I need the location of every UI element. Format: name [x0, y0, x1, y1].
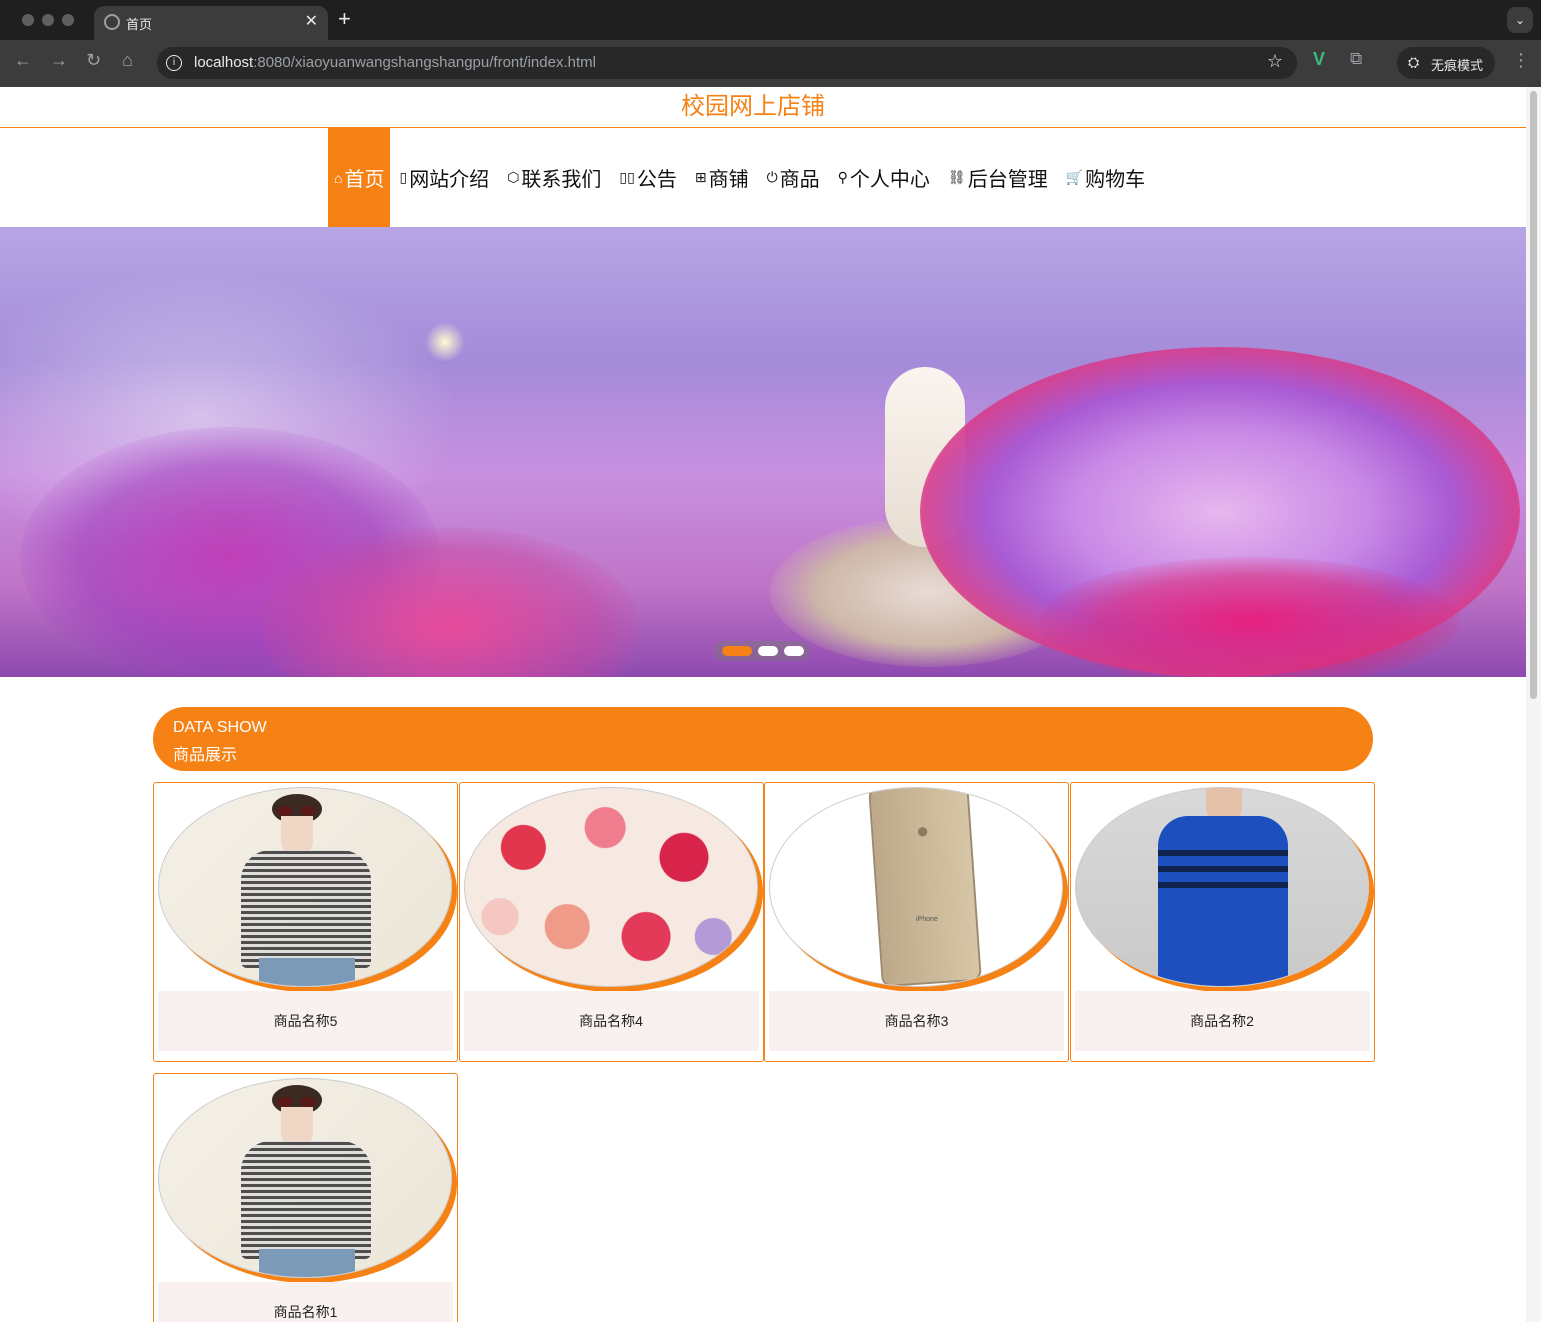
banner-light: [425, 322, 465, 362]
nav-label: 联系我们: [521, 169, 602, 191]
product-name: 商品名称5: [158, 991, 453, 1051]
url-path: :8080/xiaoyuanwangshangshangpu/front/ind…: [253, 54, 596, 71]
nav-item-1[interactable]: ▯ 网站介绍: [390, 128, 498, 227]
home-icon[interactable]: ⌂: [122, 50, 133, 71]
product-image[interactable]: [463, 787, 758, 987]
page-content: 校园网上店铺 ⌂ 首页 ▯ 网站介绍 ⬡ 联系我们 ▯▯ 公告 ⊞ 商铺 ⏻ 商品 ⚲ 个人中心 ⛓ 后台管理…: [0, 87, 1526, 1322]
browser-chrome: 首页 ✕ + ⌄ ← → ↻ ⌂ i localhost:8080/xiaoyu…: [0, 0, 1541, 87]
nav-item-5[interactable]: ⏻ 商品: [758, 128, 829, 227]
browser-menu-icon[interactable]: ⋮: [1512, 50, 1530, 71]
new-tab-button[interactable]: +: [338, 6, 351, 32]
nav-item-0[interactable]: ⌂ 首页: [328, 128, 391, 227]
nav-icon: 🛒: [1065, 169, 1084, 185]
product-card[interactable]: 商品名称1: [153, 1073, 458, 1322]
nav-item-7[interactable]: ⛓ 后台管理: [939, 128, 1057, 227]
product-card[interactable]: ● iPhone 商品名称3: [764, 782, 1069, 1062]
nav-icon: ⌂: [334, 169, 343, 186]
product-name: 商品名称4: [463, 991, 759, 1051]
nav-item-4[interactable]: ⊞ 商铺: [686, 128, 758, 227]
carousel-dot-3[interactable]: [784, 646, 804, 656]
banner-carousel[interactable]: [0, 227, 1526, 677]
nav-icon: ⚲: [837, 169, 848, 185]
reload-icon[interactable]: ↻: [86, 50, 101, 71]
back-icon[interactable]: ←: [14, 50, 32, 71]
bookmark-star-icon[interactable]: ☆: [1267, 51, 1283, 72]
product-image[interactable]: [158, 787, 452, 987]
product-name: 商品名称2: [1074, 991, 1370, 1051]
address-bar[interactable]: i localhost:8080/xiaoyuanwangshangshangp…: [157, 47, 1297, 79]
nav-label: 商品: [779, 169, 820, 191]
product-image[interactable]: ● iPhone: [769, 787, 1063, 987]
nav-icon: ▯: [399, 169, 408, 185]
page-scrollbar[interactable]: [1526, 87, 1541, 1322]
close-tab-icon[interactable]: ✕: [305, 11, 318, 31]
carousel-dot-2[interactable]: [758, 646, 778, 656]
carousel-dot-1[interactable]: [722, 646, 752, 656]
url-host: localhost: [194, 54, 254, 71]
nav-icon: ⊞: [694, 169, 707, 185]
product-name: 商品名称3: [769, 991, 1064, 1051]
url-text: localhost:8080/xiaoyuanwangshangshangpu/…: [194, 54, 596, 71]
nav-item-2[interactable]: ⬡ 联系我们: [498, 128, 610, 227]
product-card[interactable]: 商品名称2: [1069, 782, 1375, 1062]
data-show-header: DATA SHOW 商品展示: [153, 707, 1373, 771]
carousel-indicators: [714, 641, 810, 661]
nav-item-6[interactable]: ⚲ 个人中心: [829, 128, 939, 227]
section-title-en: DATA SHOW: [173, 719, 267, 736]
nav-item-3[interactable]: ▯▯ 公告: [610, 128, 685, 227]
nav-label: 网站介绍: [409, 169, 490, 191]
incognito-label: 无痕模式: [1431, 58, 1484, 73]
section-title-cn: 商品展示: [173, 747, 238, 764]
tab-bar: 首页 ✕ + ⌄: [0, 0, 1541, 40]
nav-label: 公告: [636, 169, 677, 191]
nav-item-8[interactable]: 🛒 购物车: [1057, 128, 1154, 227]
site-title: 校园网上店铺: [681, 93, 825, 120]
product-card[interactable]: 商品名称5: [153, 782, 458, 1062]
banner-carnations: [1040, 557, 1460, 677]
nav-icon: ⛓: [947, 169, 966, 185]
extensions-icon[interactable]: ⧉: [1350, 49, 1362, 69]
nav-label: 购物车: [1085, 169, 1146, 191]
nav-label: 后台管理: [967, 169, 1048, 191]
close-window-button[interactable]: [22, 14, 34, 26]
product-image[interactable]: [1074, 787, 1369, 987]
tab-title: 首页: [126, 17, 153, 32]
nav-label: 商铺: [708, 169, 749, 191]
product-card[interactable]: 商品名称4: [458, 782, 764, 1062]
tab-search-button[interactable]: ⌄: [1507, 7, 1533, 33]
vue-devtools-icon[interactable]: V: [1313, 49, 1325, 70]
site-info-icon[interactable]: i: [166, 55, 182, 71]
maximize-window-button[interactable]: [62, 14, 74, 26]
incognito-icon: ⛭: [1408, 54, 1420, 70]
nav-icon: ⬡: [507, 169, 520, 185]
globe-icon: [104, 14, 120, 30]
product-image[interactable]: [158, 1078, 452, 1278]
scrollbar-thumb[interactable]: [1530, 91, 1537, 699]
nav-label: 个人中心: [849, 169, 930, 191]
minimize-window-button[interactable]: [42, 14, 54, 26]
incognito-badge[interactable]: ⛭ 无痕模式: [1397, 47, 1495, 79]
nav-icon: ⏻: [766, 169, 778, 185]
nav-label: 首页: [344, 169, 385, 191]
nav-icon: ▯▯: [619, 169, 635, 185]
browser-tab[interactable]: 首页 ✕: [94, 6, 328, 40]
main-nav: ⌂ 首页 ▯ 网站介绍 ⬡ 联系我们 ▯▯ 公告 ⊞ 商铺 ⏻ 商品 ⚲ 个人中心 ⛓ 后台管理 🛒 购物车: [328, 128, 1154, 227]
forward-icon[interactable]: →: [50, 50, 68, 71]
product-name: 商品名称1: [158, 1282, 453, 1322]
browser-toolbar: ← → ↻ ⌂ i localhost:8080/xiaoyuanwangsha…: [0, 40, 1541, 87]
